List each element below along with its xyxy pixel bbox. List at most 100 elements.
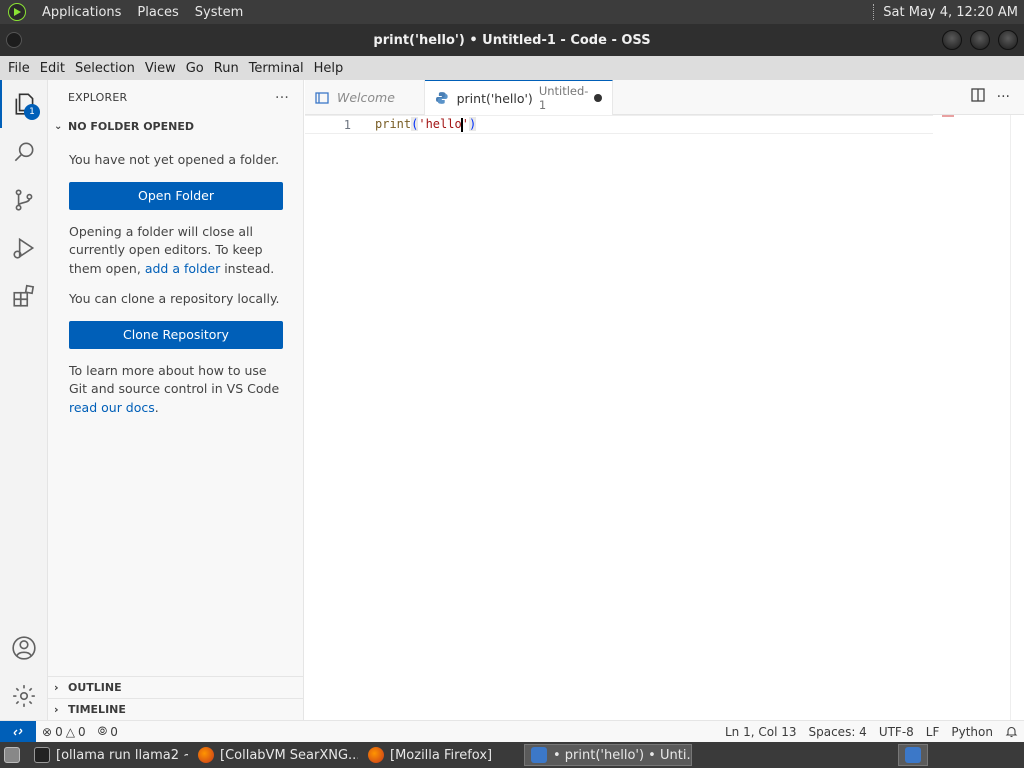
broadcast-icon: ⦾	[97, 724, 108, 738]
taskbar-label: [CollabVM SearXNG...	[220, 747, 358, 763]
places-menu[interactable]: Places	[137, 5, 178, 20]
activity-bar: 1	[0, 80, 48, 720]
window-menu-icon[interactable]	[6, 32, 22, 48]
timeline-label: TIMELINE	[68, 703, 126, 716]
language-mode[interactable]: Python	[945, 725, 999, 739]
token-string: 'hello	[418, 117, 462, 132]
cursor-position[interactable]: Ln 1, Col 13	[719, 725, 803, 739]
tab-label: print('hello')	[456, 90, 533, 106]
taskbar-item-collabvm[interactable]: [CollabVM SearXNG...	[192, 744, 358, 766]
tab-welcome[interactable]: Welcome	[305, 80, 425, 115]
applications-menu[interactable]: Applications	[42, 5, 121, 20]
workspace-icon	[905, 747, 921, 763]
search-icon	[14, 142, 34, 162]
add-folder-link[interactable]: add a folder	[145, 261, 220, 276]
editor-scrollbar[interactable]	[1010, 115, 1024, 720]
ports-count: 0	[110, 724, 118, 739]
run-debug-activity[interactable]	[0, 224, 48, 272]
split-editor-icon[interactable]	[970, 88, 985, 106]
code-editor[interactable]: 1 print('hello')	[305, 115, 1024, 720]
taskbar-label: • print('hello') • Unti...	[553, 747, 692, 763]
editor-tabs: Welcome print('hello') Untitled-1 ···	[305, 80, 1024, 115]
menu-file[interactable]: File	[4, 61, 34, 76]
welcome-icon	[315, 91, 329, 104]
status-bar: ⊗ 0 △ 0 ⦾ 0 Ln 1, Col 13 Spaces: 4 UTF-8…	[0, 720, 1024, 743]
explorer-activity[interactable]: 1	[0, 80, 48, 128]
source-control-icon	[15, 189, 33, 211]
taskbar-item-terminal[interactable]: [ollama run llama2 ~]	[28, 744, 188, 766]
top-panel: Applications Places System Sat May 4, 12…	[0, 0, 1024, 24]
outline-section-header[interactable]: › OUTLINE	[48, 676, 304, 698]
git-docs-text: To learn more about how to use Git and s…	[48, 362, 303, 418]
encoding[interactable]: UTF-8	[873, 725, 920, 739]
warning-count: 0	[77, 724, 86, 739]
problems-indicator[interactable]: ⊗ 0 △ 0	[36, 725, 92, 739]
search-activity[interactable]	[0, 128, 48, 176]
menu-go[interactable]: Go	[182, 61, 208, 76]
remote-indicator-icon[interactable]	[0, 720, 36, 743]
source-control-activity[interactable]	[0, 176, 48, 224]
menu-help[interactable]: Help	[310, 61, 348, 76]
code-line[interactable]: 1 print('hello')	[305, 115, 933, 134]
more-actions-icon[interactable]: ···	[275, 90, 289, 106]
menu-selection[interactable]: Selection	[71, 61, 139, 76]
notifications-bell-icon[interactable]	[999, 725, 1024, 738]
git-text-end: .	[154, 399, 159, 415]
unsaved-dot-icon[interactable]	[594, 94, 602, 102]
run-debug-icon	[13, 237, 35, 259]
menu-run[interactable]: Run	[210, 61, 243, 76]
ports-indicator[interactable]: ⦾ 0	[92, 724, 124, 739]
account-activity[interactable]	[0, 624, 48, 672]
tab-untitled-1[interactable]: print('hello') Untitled-1	[425, 80, 613, 115]
clone-repository-button[interactable]: Clone Repository	[69, 320, 283, 349]
workspace-switcher[interactable]	[898, 744, 928, 766]
python-file-icon	[435, 92, 448, 104]
explorer-header: EXPLORER ···	[48, 80, 303, 115]
token-paren-close: )	[468, 117, 477, 132]
error-icon: ⊗	[42, 724, 53, 739]
explorer-title: EXPLORER	[68, 91, 128, 104]
tab-label: Welcome	[337, 90, 395, 105]
error-count: 0	[55, 724, 63, 739]
firefox-icon	[198, 747, 214, 763]
panel-separator-icon	[873, 4, 875, 20]
chevron-right-icon: ›	[54, 703, 59, 716]
token-function: print	[375, 117, 412, 132]
distro-logo-icon[interactable]	[8, 3, 26, 21]
chevron-down-icon: ⌄	[54, 120, 63, 132]
menu-view[interactable]: View	[141, 61, 180, 76]
read-docs-link[interactable]: read our docs	[69, 400, 155, 415]
maximize-button[interactable]	[970, 30, 990, 50]
account-icon	[12, 636, 36, 660]
close-button[interactable]	[998, 30, 1018, 50]
menu-terminal[interactable]: Terminal	[245, 61, 308, 76]
open-folder-button[interactable]: Open Folder	[69, 181, 283, 210]
clone-text: You can clone a repository locally.	[69, 291, 280, 306]
no-folder-text: You have not yet opened a folder.	[69, 152, 280, 167]
show-desktop-icon[interactable]	[0, 744, 24, 766]
minimize-button[interactable]	[942, 30, 962, 50]
taskbar-label: [ollama run llama2 ~]	[56, 747, 188, 763]
warning-icon: △	[65, 724, 75, 739]
terminal-icon	[34, 747, 50, 763]
taskbar-item-firefox[interactable]: [Mozilla Firefox]	[362, 744, 520, 766]
extensions-activity[interactable]	[0, 272, 48, 320]
window-title: print('hello') • Untitled-1 - Code - OSS	[373, 32, 651, 48]
menu-edit[interactable]: Edit	[36, 61, 69, 76]
clock[interactable]: Sat May 4, 12:20 AM	[883, 5, 1018, 20]
editor-more-actions-icon[interactable]: ···	[997, 89, 1010, 105]
explorer-sidebar: EXPLORER ··· ⌄ NO FOLDER OPENED You have…	[48, 80, 304, 720]
window-title-bar[interactable]: print('hello') • Untitled-1 - Code - OSS	[0, 24, 1024, 56]
timeline-section-header[interactable]: › TIMELINE	[48, 698, 304, 720]
warning-text-part-2: instead.	[220, 260, 275, 276]
indentation[interactable]: Spaces: 4	[803, 725, 873, 739]
system-menu[interactable]: System	[195, 5, 243, 20]
code-text[interactable]: print('hello')	[375, 117, 477, 132]
manage-activity[interactable]	[0, 672, 48, 720]
no-folder-section-header[interactable]: ⌄ NO FOLDER OPENED	[48, 115, 303, 137]
overview-ruler-marker	[942, 115, 954, 117]
chevron-right-icon: ›	[54, 681, 59, 694]
menu-bar: File Edit Selection View Go Run Terminal…	[0, 56, 1024, 80]
end-of-line[interactable]: LF	[920, 725, 946, 739]
taskbar-item-vscode[interactable]: • print('hello') • Unti...	[524, 744, 692, 766]
